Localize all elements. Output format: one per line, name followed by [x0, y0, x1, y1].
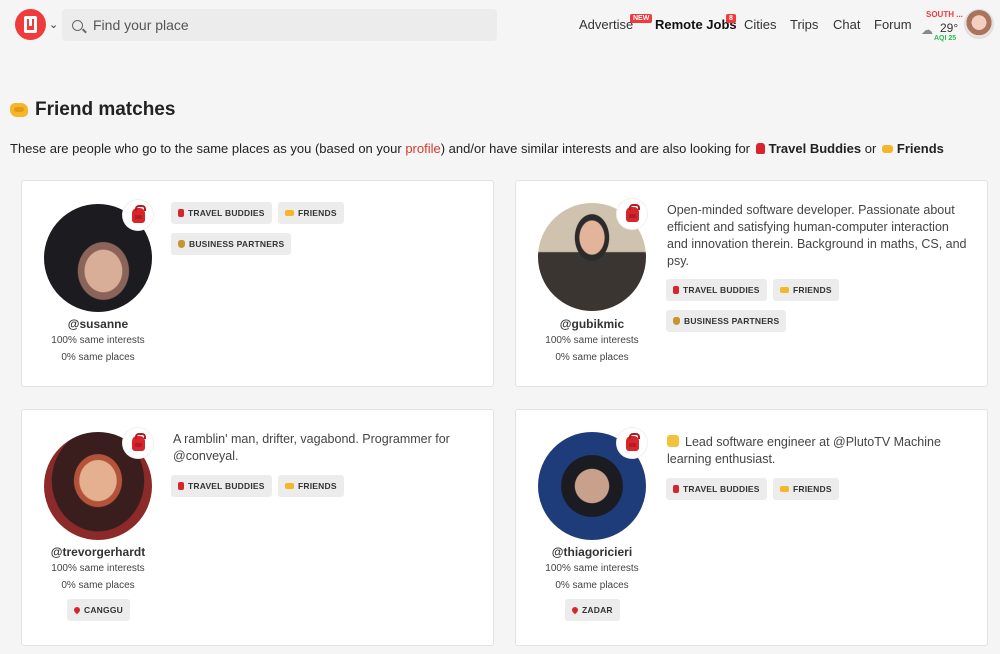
match-interests: 100% same interests — [545, 563, 639, 574]
match-interests: 100% same interests — [545, 335, 639, 346]
location-label: CANGGU — [84, 605, 123, 615]
tag-label: FRIENDS — [298, 208, 337, 218]
backpack-icon — [673, 286, 679, 294]
weather-widget[interactable]: SOUTH ... ☁ 29° AQI 25 — [920, 10, 964, 44]
handshake-icon — [285, 483, 294, 489]
pin-icon — [72, 605, 82, 615]
tag-label: TRAVEL BUDDIES — [188, 208, 265, 218]
location-tag[interactable]: CANGGU — [67, 599, 130, 621]
technologist-icon — [667, 435, 679, 447]
tag-label: TRAVEL BUDDIES — [188, 481, 265, 491]
handshake-icon — [10, 103, 28, 117]
tag-label: FRIENDS — [298, 481, 337, 491]
match-interests: 100% same interests — [51, 335, 145, 346]
backpack-icon — [131, 432, 146, 451]
match-bio: Open-minded software developer. Passiona… — [667, 203, 967, 268]
match-places: 0% same places — [555, 352, 629, 363]
tag-travel-buddies[interactable]: TRAVEL BUDDIES — [171, 475, 272, 497]
intro-part: or — [861, 141, 880, 156]
tag-label: BUSINESS PARTNERS — [189, 239, 285, 249]
logo-icon — [24, 16, 37, 33]
tag-friends[interactable]: FRIENDS — [773, 478, 839, 500]
aqi-value: AQI 25 — [934, 35, 957, 42]
nav-forum[interactable]: Forum — [874, 17, 912, 32]
tag-business-partners[interactable]: BUSINESS PARTNERS — [666, 310, 787, 332]
nav-remote-jobs[interactable]: Remote Jobs — [655, 17, 737, 32]
page-title: Friend matches — [10, 99, 175, 121]
profile-link[interactable]: profile — [405, 141, 440, 156]
location-tag[interactable]: ZADAR — [565, 599, 620, 621]
tag-travel-buddies[interactable]: TRAVEL BUDDIES — [171, 202, 272, 224]
match-places: 0% same places — [555, 580, 629, 591]
search-icon — [72, 19, 83, 31]
match-bio: Lead software engineer at @PlutoTV Machi… — [667, 434, 967, 468]
match-username[interactable]: @thiagoricieri — [527, 545, 657, 559]
intro-friends: Friends — [896, 141, 944, 156]
money-bag-icon — [673, 317, 680, 325]
intro-part: These are people who go to the same plac… — [10, 141, 406, 156]
new-badge: NEW — [630, 14, 653, 23]
tag-label: FRIENDS — [793, 484, 832, 494]
tag-travel-buddies[interactable]: TRAVEL BUDDIES — [666, 279, 767, 301]
backpack-icon — [673, 485, 679, 493]
weather-temp: 29° — [940, 21, 959, 35]
match-bio-text: Lead software engineer at @PlutoTV Machi… — [667, 435, 941, 466]
travel-badge — [617, 199, 647, 229]
handshake-icon — [780, 287, 789, 293]
match-interests: 100% same interests — [51, 563, 145, 574]
backpack-icon — [755, 143, 765, 154]
intro-part: ) and/or have similar interests and are … — [440, 141, 754, 156]
tag-friends[interactable]: FRIENDS — [278, 475, 344, 497]
search-input[interactable] — [93, 17, 473, 33]
tag-label: TRAVEL BUDDIES — [683, 285, 760, 295]
match-places: 0% same places — [61, 352, 135, 363]
handshake-icon — [285, 210, 294, 216]
nav-chat[interactable]: Chat — [833, 17, 860, 32]
travel-badge — [123, 200, 153, 230]
match-card[interactable]: @gubikmic 100% same interests 0% same pl… — [515, 180, 988, 387]
location-label: ZADAR — [582, 605, 613, 615]
jobs-count-badge: 8 — [726, 14, 736, 23]
pin-icon — [570, 605, 580, 615]
tag-label: BUSINESS PARTNERS — [684, 316, 780, 326]
handshake-icon — [881, 145, 893, 153]
nomad-logo[interactable] — [15, 9, 46, 40]
match-username[interactable]: @susanne — [33, 317, 163, 331]
travel-badge — [617, 428, 647, 458]
tag-travel-buddies[interactable]: TRAVEL BUDDIES — [666, 478, 767, 500]
intro-text: These are people who go to the same plac… — [10, 141, 944, 156]
match-bio: A ramblin' man, drifter, vagabond. Progr… — [173, 432, 450, 463]
match-card[interactable]: @trevorgerhardt 100% same interests 0% s… — [21, 409, 494, 646]
match-username[interactable]: @gubikmic — [527, 317, 657, 331]
tag-business-partners[interactable]: BUSINESS PARTNERS — [171, 233, 292, 255]
travel-badge — [123, 428, 153, 458]
tag-friends[interactable]: FRIENDS — [773, 279, 839, 301]
match-username[interactable]: @trevorgerhardt — [33, 545, 163, 559]
tag-label: FRIENDS — [793, 285, 832, 295]
page-title-text: Friend matches — [35, 99, 176, 120]
tag-friends[interactable]: FRIENDS — [278, 202, 344, 224]
backpack-icon — [625, 432, 640, 451]
tag-label: TRAVEL BUDDIES — [683, 484, 760, 494]
cloud-icon: ☁ — [921, 23, 933, 37]
backpack-icon — [178, 482, 184, 490]
nav-advertise[interactable]: Advertise — [579, 17, 633, 32]
weather-city: SOUTH ... — [926, 10, 963, 19]
backpack-icon — [178, 209, 184, 217]
match-places: 0% same places — [61, 580, 135, 591]
handshake-icon — [780, 486, 789, 492]
search-bar[interactable] — [62, 9, 497, 41]
user-avatar[interactable] — [964, 9, 994, 39]
chevron-down-icon[interactable]: ⌄ — [49, 18, 58, 31]
money-bag-icon — [178, 240, 185, 248]
nav-trips[interactable]: Trips — [790, 17, 818, 32]
match-card[interactable]: @susanne 100% same interests 0% same pla… — [21, 180, 494, 387]
nav-cities[interactable]: Cities — [744, 17, 777, 32]
top-bar: ⌄ Advertise Remote Jobs Cities Trips Cha… — [0, 0, 1000, 50]
intro-travel-buddies: Travel Buddies — [768, 141, 862, 156]
match-card[interactable]: @thiagoricieri 100% same interests 0% sa… — [515, 409, 988, 646]
backpack-icon — [131, 204, 146, 223]
backpack-icon — [625, 203, 640, 222]
